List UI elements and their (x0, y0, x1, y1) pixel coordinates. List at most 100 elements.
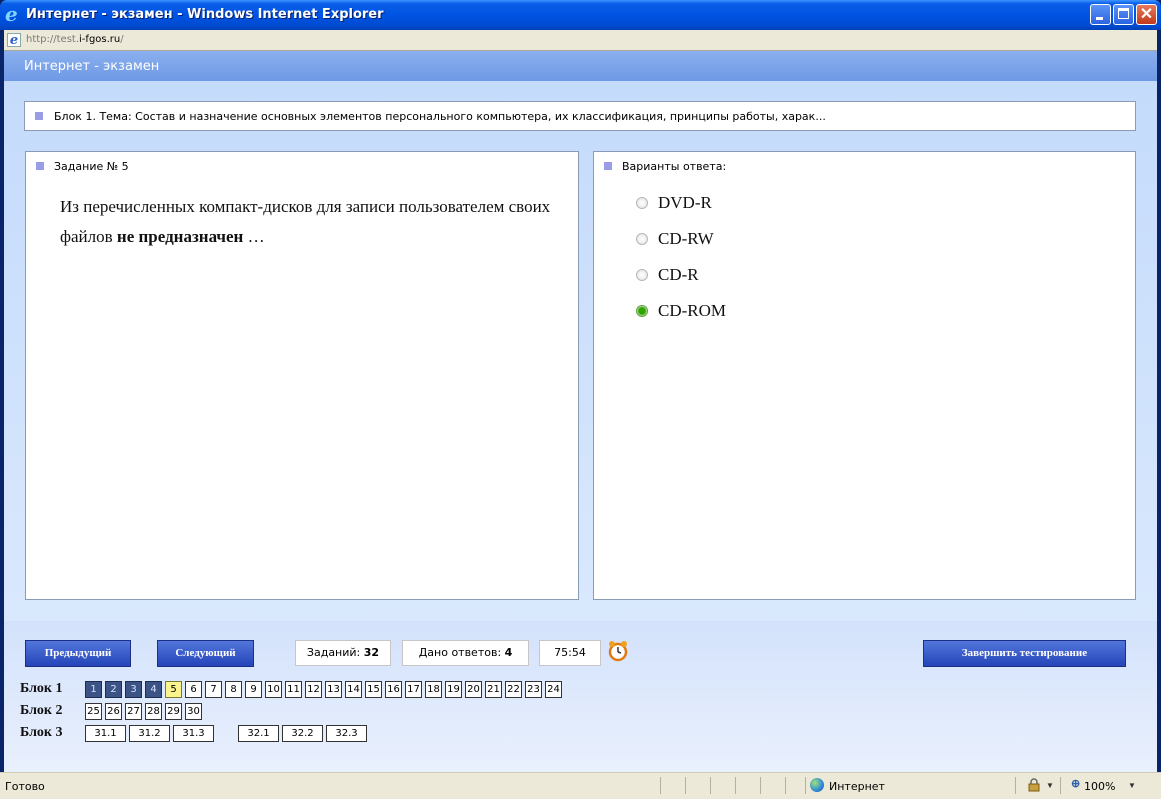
block-1-label: Блок 1 (20, 681, 63, 696)
zoom-level[interactable]: 100% (1084, 780, 1115, 793)
question-number-cell[interactable]: 4 (145, 681, 162, 698)
question-number-cell[interactable]: 6 (185, 681, 202, 698)
question-number-cell[interactable]: 31.1 (85, 725, 126, 742)
question-number-cell[interactable]: 28 (145, 703, 162, 720)
question-number-cell[interactable]: 32.1 (238, 725, 279, 742)
timer-box: 75:54 (539, 640, 601, 666)
question-number-cell[interactable]: 32.2 (282, 725, 323, 742)
main-area: Блок 1. Тема: Состав и назначение основн… (4, 81, 1157, 621)
block-3-label: Блок 3 (20, 725, 63, 740)
question-number-cell[interactable]: 16 (385, 681, 402, 698)
question-number-cell[interactable]: 13 (325, 681, 342, 698)
status-divider (710, 777, 711, 794)
question-number-cell[interactable]: 27 (125, 703, 142, 720)
question-number-cell[interactable]: 19 (445, 681, 462, 698)
question-number-cell[interactable]: 17 (405, 681, 422, 698)
question-number-cell[interactable]: 30 (185, 703, 202, 720)
task-label: Задание № 5 (54, 160, 129, 173)
browser-window: e Интернет - экзамен - Windows Internet … (0, 0, 1161, 799)
question-number-cell[interactable]: 26 (105, 703, 122, 720)
question-number-cell[interactable]: 3 (125, 681, 142, 698)
ie-logo-icon: e (5, 2, 18, 26)
question-number-cell[interactable]: 12 (305, 681, 322, 698)
page-title: Интернет - экзамен (24, 59, 160, 74)
question-number-cell[interactable]: 29 (165, 703, 182, 720)
question-number-cell[interactable]: 7 (205, 681, 222, 698)
answer-radio[interactable] (636, 269, 648, 281)
status-text: Готово (5, 780, 45, 793)
question-number-cell[interactable]: 32.3 (326, 725, 367, 742)
answer-label: CD-RW (658, 229, 714, 248)
question-number-cell[interactable]: 5 (165, 681, 182, 698)
alarm-clock-icon (608, 641, 628, 662)
question-number-cell[interactable]: 1 (85, 681, 102, 698)
answer-label: CD-R (658, 265, 699, 284)
question-number-cell[interactable]: 8 (225, 681, 242, 698)
status-divider (805, 777, 806, 794)
status-divider (760, 777, 761, 794)
question-number-cell[interactable]: 18 (425, 681, 442, 698)
question-emphasis: не предназначен (116, 227, 244, 246)
answer-radio[interactable] (636, 197, 648, 209)
topic-panel: Блок 1. Тема: Состав и назначение основн… (24, 101, 1136, 131)
zoom-icon[interactable]: ⊕ (1071, 779, 1081, 790)
maximize-button[interactable] (1113, 4, 1134, 25)
chevron-down-icon[interactable]: ▼ (1046, 781, 1054, 790)
title-bar: e Интернет - экзамен - Windows Internet … (0, 0, 1161, 30)
next-button[interactable]: Следующий (157, 640, 254, 667)
block-3-cells-b: 32.1 32.2 32.3 (238, 725, 367, 742)
page-icon: e (7, 33, 21, 48)
question-text: Из перечисленных компакт-дисков для запи… (60, 192, 560, 252)
answered-count-box: Дано ответов: 4 (402, 640, 529, 666)
protected-mode-icon[interactable] (1027, 778, 1041, 792)
answers-panel: Варианты ответа: DVD-R CD-RW CD-R CD-ROM (593, 151, 1136, 600)
answers-label: Варианты ответа: (622, 160, 727, 173)
block-2-cells: 25 26 27 28 29 30 (85, 703, 202, 720)
answer-radio[interactable] (636, 305, 648, 317)
question-number-cell[interactable]: 2 (105, 681, 122, 698)
bullet-square-icon (604, 162, 612, 170)
status-divider (1015, 777, 1016, 794)
block-1-cells: 1 2 3 4 5 6 7 8 9 10 11 12 13 14 15 16 17 18 19 20 21 22 23 24 (85, 681, 562, 698)
question-number-cell[interactable]: 23 (525, 681, 542, 698)
internet-zone-icon (810, 778, 824, 792)
window-title: Интернет - экзамен - Windows Internet Ex… (26, 7, 384, 22)
block-2-label: Блок 2 (20, 703, 63, 718)
block-topic: Блок 1. Тема: Состав и назначение основн… (54, 110, 826, 123)
close-button[interactable]: ✕ (1136, 4, 1157, 25)
status-divider (660, 777, 661, 794)
zoom-dropdown-icon[interactable]: ▼ (1128, 781, 1136, 790)
question-part2: … (243, 227, 265, 246)
question-number-cell[interactable]: 15 (365, 681, 382, 698)
task-panel: Задание № 5 Из перечисленных компакт-дис… (25, 151, 579, 600)
question-number-cell[interactable]: 25 (85, 703, 102, 720)
address-url[interactable]: http://test.i-fgos.ru/ (26, 34, 124, 45)
prev-button[interactable]: Предыдущий (25, 640, 131, 667)
status-bar: Готово Интернет ▼ ⊕ 100% ▼ (0, 772, 1161, 799)
question-number-cell[interactable]: 20 (465, 681, 482, 698)
block-3-cells-a: 31.1 31.2 31.3 (85, 725, 214, 742)
question-number-cell[interactable]: 11 (285, 681, 302, 698)
status-divider (785, 777, 786, 794)
status-divider (685, 777, 686, 794)
question-number-cell[interactable]: 21 (485, 681, 502, 698)
minimize-button[interactable] (1090, 4, 1111, 25)
question-number-cell[interactable]: 14 (345, 681, 362, 698)
address-bar[interactable]: e http://test.i-fgos.ru/ (4, 30, 1157, 51)
answer-radio[interactable] (636, 233, 648, 245)
answer-label: CD-ROM (658, 301, 727, 320)
question-number-cell[interactable]: 9 (245, 681, 262, 698)
bullet-square-icon (35, 112, 43, 120)
question-number-cell[interactable]: 22 (505, 681, 522, 698)
question-number-cell[interactable]: 24 (545, 681, 562, 698)
status-divider (735, 777, 736, 794)
tasks-count-box: Заданий: 32 (295, 640, 391, 666)
question-number-cell[interactable]: 10 (265, 681, 282, 698)
zone-label: Интернет (829, 780, 885, 793)
bullet-square-icon (36, 162, 44, 170)
page-header: Интернет - экзамен (4, 51, 1157, 81)
answer-label: DVD-R (658, 193, 712, 212)
finish-test-button[interactable]: Завершить тестирование (923, 640, 1126, 667)
question-number-cell[interactable]: 31.3 (173, 725, 214, 742)
question-number-cell[interactable]: 31.2 (129, 725, 170, 742)
